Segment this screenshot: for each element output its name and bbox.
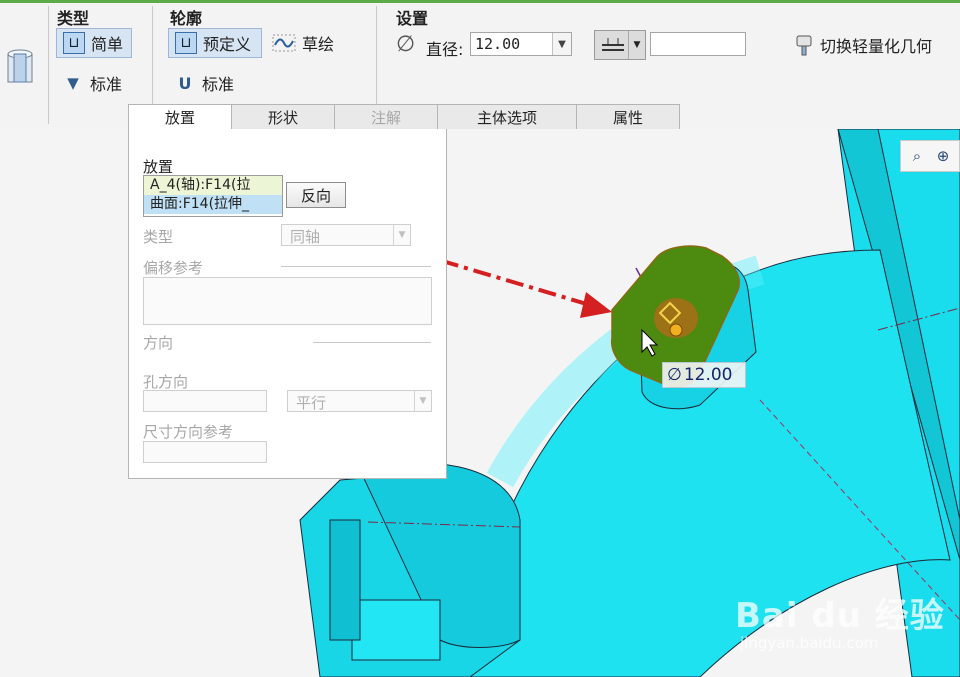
divider	[281, 266, 431, 267]
tab-placement[interactable]: 放置	[128, 104, 232, 130]
separator	[48, 6, 49, 124]
depth-option-button[interactable]: ▼	[594, 30, 646, 60]
diameter-value: 12.00	[475, 35, 521, 53]
ribbon-accent-bar	[0, 0, 960, 3]
direction-label: 方向	[143, 334, 174, 352]
type-label: 类型	[143, 228, 174, 246]
lightweight-geometry-icon	[794, 34, 814, 56]
placement-panel: 放置 A_4(轴):F14(拉 曲面:F14(拉伸_ 反向 类型 同轴 ▼ 偏移…	[128, 129, 447, 479]
sketch-icon	[272, 32, 296, 54]
predefined-profile-button[interactable]: ⊔ 预定义	[168, 28, 262, 58]
diameter-icon: ∅	[396, 32, 416, 57]
hole-direction-collector	[143, 390, 267, 412]
standard-hole-button[interactable]: ▼ 标准	[56, 68, 136, 98]
tab-properties[interactable]: 属性	[576, 104, 680, 129]
hole-direction-label: 孔方向	[143, 373, 189, 391]
chevron-down-icon[interactable]: ▼	[552, 33, 571, 55]
predefined-profile-icon: ⊔	[175, 32, 197, 54]
simple-hole-icon: ⊔	[63, 32, 85, 54]
chevron-down-icon: ▼	[628, 31, 645, 59]
diameter-combo[interactable]: 12.00 ▼	[470, 32, 572, 56]
predefined-profile-label: 预定义	[203, 35, 252, 54]
standard-profile-icon: U	[178, 73, 192, 93]
hole-direction-value: 平行	[296, 394, 327, 412]
zoom-in-icon[interactable]: ⊕	[933, 146, 953, 166]
tab-shape[interactable]: 形状	[231, 104, 335, 129]
view-toolbar: ⌕ ⊕	[900, 140, 960, 172]
simple-hole-label: 简单	[91, 35, 124, 54]
dimension-reference-collector	[143, 441, 267, 463]
type-group-title: 类型	[57, 9, 90, 28]
depth-blind-icon	[600, 35, 626, 55]
standard-profile-label: 标准	[202, 75, 235, 94]
diameter-dimension-label[interactable]: ∅ 12.00	[662, 362, 746, 388]
hole-direction-dropdown: 平行 ▼	[287, 390, 432, 412]
tab-annotation: 注解	[334, 104, 438, 129]
placement-label: 放置	[143, 158, 174, 176]
diameter-dimension-value: 12.00	[683, 365, 733, 385]
sketch-profile-button[interactable]: 草绘	[266, 28, 342, 58]
sketch-profile-label: 草绘	[302, 35, 335, 54]
divider	[313, 342, 431, 343]
reference-axis-item[interactable]: A_4(轴):F14(拉	[144, 176, 282, 195]
diameter-label: 直径:	[426, 40, 464, 59]
chevron-down-icon: ▼	[393, 225, 410, 245]
threaded-hole-icon: ▼	[67, 74, 79, 92]
watermark-brand: Bai du 经验	[735, 596, 945, 636]
tab-body-options[interactable]: 主体选项	[437, 104, 577, 129]
watermark-url: jingyan.baidu.com	[740, 634, 879, 652]
chevron-down-icon: ▼	[414, 391, 431, 411]
placement-references-collector[interactable]: A_4(轴):F14(拉 曲面:F14(拉伸_	[143, 175, 283, 217]
profile-group-title: 轮廓	[170, 9, 203, 28]
toggle-lightweight-button[interactable]: 切换轻量化几何	[788, 30, 956, 60]
standard-hole-label: 标准	[90, 75, 123, 94]
toggle-lightweight-label: 切换轻量化几何	[820, 37, 933, 56]
reference-surface-item[interactable]: 曲面:F14(拉伸_	[144, 195, 282, 214]
standard-profile-button[interactable]: U 标准	[168, 68, 248, 98]
hole-feature-icon	[4, 48, 38, 86]
dashboard-tabs: 放置 形状 注解 主体选项 属性	[128, 104, 680, 130]
type-value: 同轴	[290, 228, 321, 246]
zoom-fit-icon[interactable]: ⌕	[907, 146, 927, 166]
simple-hole-button[interactable]: ⊔ 简单	[56, 28, 132, 58]
flip-button[interactable]: 反向	[286, 182, 346, 208]
offset-references-collector	[143, 277, 432, 325]
type-dropdown: 同轴 ▼	[281, 224, 411, 246]
offset-references-label: 偏移参考	[143, 259, 204, 277]
diameter-symbol: ∅	[667, 365, 682, 385]
settings-group-title: 设置	[396, 9, 429, 28]
depth-value-field[interactable]	[650, 32, 746, 56]
dimension-reference-label: 尺寸方向参考	[143, 423, 234, 441]
